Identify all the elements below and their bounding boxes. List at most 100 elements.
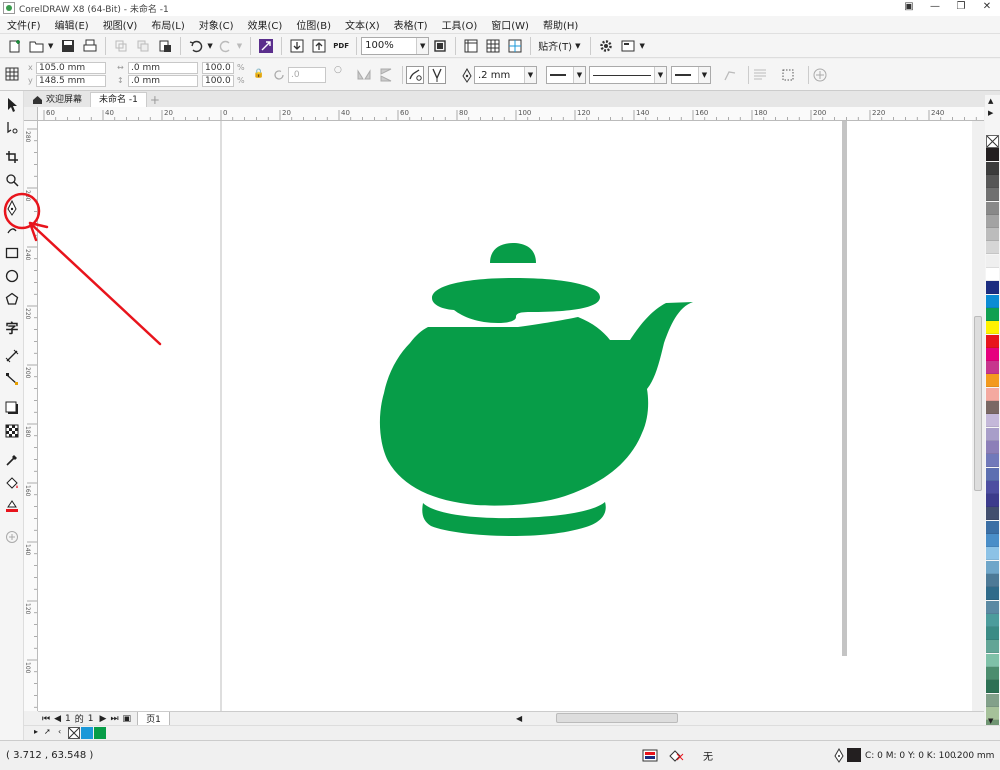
chevron-down-icon[interactable]: ▼: [524, 67, 536, 83]
undo-button[interactable]: [186, 36, 206, 56]
palette-swatch[interactable]: [986, 667, 999, 680]
palette-swatch[interactable]: [986, 401, 999, 414]
horizontal-scroll-thumb[interactable]: [556, 713, 678, 723]
menu-bitmaps[interactable]: 位图(B): [289, 17, 338, 32]
height-input[interactable]: .0 mm: [128, 75, 198, 87]
menu-layout[interactable]: 布局(L): [144, 17, 191, 32]
palette-swatch[interactable]: [986, 680, 999, 694]
chevron-down-icon[interactable]: ▼: [639, 42, 644, 50]
last-page-icon[interactable]: ⏭: [110, 714, 118, 724]
menu-view[interactable]: 视图(V): [96, 17, 145, 32]
vertical-scrollbar[interactable]: [972, 121, 984, 711]
document-palette-scroll-icon[interactable]: ‹: [58, 727, 61, 736]
bounding-box-icon[interactable]: [780, 67, 796, 83]
palette-scroll-down-icon[interactable]: ▼: [988, 717, 993, 725]
menu-effects[interactable]: 效果(C): [241, 17, 290, 32]
export-button[interactable]: [309, 36, 329, 56]
palette-swatch[interactable]: [986, 547, 999, 561]
application-launcher-button[interactable]: [618, 36, 638, 56]
start-arrowhead-combo[interactable]: ▼: [546, 66, 586, 84]
tab-document[interactable]: 未命名 -1: [90, 92, 147, 107]
palette-swatch[interactable]: [986, 534, 999, 547]
drop-shadow-tool[interactable]: [3, 399, 21, 417]
tab-welcome-screen[interactable]: 欢迎屏幕: [24, 92, 90, 107]
add-tool-button[interactable]: [3, 528, 21, 546]
teapot-graphic[interactable]: [379, 243, 693, 536]
document-swatch-green[interactable]: [94, 727, 106, 739]
close-button[interactable]: ✕: [974, 0, 1000, 16]
menu-window[interactable]: 窗口(W): [484, 17, 536, 32]
end-arrowhead-combo[interactable]: ▼: [671, 66, 711, 84]
zoom-level-combo[interactable]: 100% ▼: [361, 36, 430, 55]
palette-swatch[interactable]: [986, 387, 999, 401]
palette-swatch[interactable]: [986, 693, 999, 707]
palette-swatch[interactable]: [986, 201, 999, 215]
menu-object[interactable]: 对象(C): [192, 17, 241, 32]
open-button[interactable]: [27, 36, 47, 56]
color-eyedropper-tool[interactable]: [3, 451, 21, 469]
menu-file[interactable]: 文件(F): [0, 17, 48, 32]
wrap-text-icon[interactable]: [752, 67, 768, 83]
scale-x-input[interactable]: 100.0: [202, 62, 234, 74]
palette-swatch[interactable]: [986, 214, 999, 228]
palette-swatch[interactable]: [986, 653, 999, 667]
palette-swatch[interactable]: [986, 613, 999, 627]
first-page-icon[interactable]: ⏮: [42, 714, 50, 724]
x-position-input[interactable]: 105.0 mm: [36, 62, 106, 74]
chevron-down-icon[interactable]: ▼: [575, 42, 580, 50]
mirror-horizontal-icon[interactable]: [356, 67, 372, 83]
palette-swatch[interactable]: [986, 374, 999, 388]
next-page-icon[interactable]: ▶: [100, 714, 107, 724]
palette-swatch[interactable]: [986, 627, 999, 641]
palette-swatch[interactable]: [986, 135, 999, 148]
menu-edit[interactable]: 编辑(E): [48, 17, 96, 32]
menu-tools[interactable]: 工具(O): [435, 17, 485, 32]
close-curve-icon[interactable]: [722, 67, 738, 83]
palette-swatch[interactable]: [986, 560, 999, 574]
snap-to-menu[interactable]: 贴齐(T): [538, 38, 572, 53]
zoom-tool[interactable]: [3, 171, 21, 189]
palette-swatch[interactable]: [986, 454, 999, 468]
lock-ratio-icon[interactable]: 🔒: [253, 69, 264, 79]
palette-swatch[interactable]: [986, 361, 999, 375]
palette-swatch[interactable]: [986, 174, 999, 188]
copy-button[interactable]: [133, 36, 153, 56]
show-grid-button[interactable]: [483, 36, 503, 56]
palette-swatch[interactable]: [986, 467, 999, 481]
document-swatch-blue[interactable]: [81, 727, 93, 739]
connector-tool[interactable]: [3, 370, 21, 388]
cut-button[interactable]: [111, 36, 131, 56]
palette-swatch[interactable]: [986, 254, 999, 268]
palette-swatch[interactable]: [986, 600, 999, 614]
menu-table[interactable]: 表格(T): [387, 17, 435, 32]
new-document-button[interactable]: [5, 36, 25, 56]
palette-swatch[interactable]: [986, 241, 999, 255]
publish-pdf-button[interactable]: PDF: [331, 36, 351, 56]
palette-swatch[interactable]: [986, 268, 999, 281]
palette-swatch[interactable]: [986, 334, 999, 348]
scale-y-input[interactable]: 100.0: [202, 75, 234, 87]
undo-dropdown-icon[interactable]: ▼: [207, 42, 212, 50]
palette-swatch[interactable]: [986, 427, 999, 441]
show-guidelines-button[interactable]: [505, 36, 525, 56]
palette-swatch[interactable]: [986, 440, 999, 454]
width-input[interactable]: .0 mm: [128, 62, 198, 74]
chevron-down-icon[interactable]: ▼: [654, 67, 666, 83]
palette-swatch[interactable]: [986, 587, 999, 601]
maximize-button[interactable]: ❐: [948, 0, 974, 16]
paste-button[interactable]: [155, 36, 175, 56]
add-page-icon[interactable]: ▣: [123, 714, 132, 724]
ruler-origin[interactable]: [24, 107, 38, 121]
chevron-down-icon[interactable]: ▼: [573, 67, 585, 83]
options-button[interactable]: [596, 36, 616, 56]
prev-page-icon[interactable]: ◀: [54, 714, 61, 724]
palette-swatch[interactable]: [986, 520, 999, 534]
menu-text[interactable]: 文本(X): [338, 17, 387, 32]
palette-flyout-icon[interactable]: ▶: [988, 109, 993, 117]
palette-swatch[interactable]: [986, 228, 999, 242]
palette-swatch[interactable]: [986, 321, 999, 335]
full-screen-button[interactable]: [430, 36, 450, 56]
page-tab[interactable]: 页1: [137, 711, 170, 726]
palette-swatch[interactable]: [986, 347, 999, 361]
scroll-left-icon[interactable]: ◀: [516, 714, 522, 723]
